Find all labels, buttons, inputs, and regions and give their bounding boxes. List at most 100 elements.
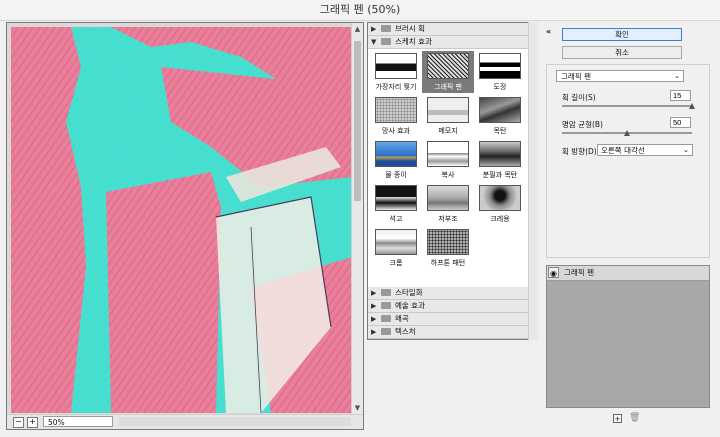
preview-image[interactable] — [11, 27, 352, 413]
scroll-down-icon[interactable]: ▼ — [353, 404, 362, 413]
folder-icon — [381, 25, 391, 32]
filter-label: 분필과 목탄 — [482, 171, 518, 179]
filter-thumbnail — [375, 185, 417, 211]
cancel-button[interactable]: 취소 — [562, 46, 682, 59]
filter-item-water-paper[interactable]: 물 종이 — [370, 139, 422, 181]
filter-item-graphic-pen[interactable]: 그래픽 펜 — [422, 51, 474, 93]
filter-label: 도장 — [493, 83, 507, 91]
filter-thumbnail — [375, 97, 417, 123]
stroke-direction-label: 획 방향(D): — [562, 147, 600, 156]
zoom-out-icon[interactable]: − — [13, 417, 24, 428]
filter-label: 그래픽 펜 — [434, 83, 462, 91]
filter-item-plaster[interactable]: 석고 — [370, 183, 422, 225]
filter-item-bas-relief[interactable]: 저부조 — [422, 183, 474, 225]
balance-input[interactable] — [670, 117, 691, 128]
collapse-panel-icon[interactable]: « — [546, 27, 556, 37]
folder-icon — [381, 289, 391, 296]
filter-item-photocopy[interactable]: 복사 — [422, 139, 474, 181]
folder-icon — [381, 315, 391, 322]
filter-item-chalk-charcoal[interactable]: 분필과 목탄 — [474, 139, 526, 181]
expand-triangle-icon: ▶ — [371, 328, 377, 336]
chevron-down-icon: ⌄ — [683, 146, 689, 154]
stroke-direction-value: 오른쪽 대각선 — [601, 146, 645, 155]
expand-triangle-icon: ▶ — [371, 289, 377, 297]
preview-panel: ▲ ▼ − + 50% — [6, 22, 364, 430]
filter-label: 석고 — [389, 215, 403, 223]
eye-visibility-icon[interactable]: ◉ — [548, 267, 559, 278]
filter-label: 크레용 — [490, 215, 510, 223]
category-distort[interactable]: ▶ 왜곡 — [368, 313, 538, 326]
filter-label: 물 종이 — [385, 171, 407, 179]
zoom-value: 50% — [48, 418, 65, 427]
expand-triangle-icon: ▶ — [371, 302, 377, 310]
filter-thumbnail — [375, 229, 417, 255]
filter-label: 메모지 — [438, 127, 458, 135]
filter-thumbnail — [479, 141, 521, 167]
filter-label: 망사 효과 — [382, 127, 410, 135]
stroke-direction-select[interactable]: 오른쪽 대각선 ⌄ — [597, 144, 693, 156]
filter-item-note-paper[interactable]: 메모지 — [422, 95, 474, 137]
filter-browser: ▶ 브러시 획 ▼ 스케치 효과 가장자리 찢기 그래픽 펜 도장 망사 효과 … — [367, 22, 539, 340]
balance-label: 명암 균형(B) — [562, 120, 603, 129]
folder-icon — [381, 302, 391, 309]
browser-scrollbar[interactable] — [528, 22, 539, 340]
category-label: 왜곡 — [395, 314, 409, 323]
trash-icon[interactable]: 🗑 — [629, 414, 640, 423]
filter-item-chrome[interactable]: 크롬 — [370, 227, 422, 269]
filter-label: 하프톤 패턴 — [430, 259, 466, 267]
filter-select[interactable]: 그래픽 펜 ⌄ — [556, 70, 684, 82]
filter-select-value: 그래픽 펜 — [561, 72, 591, 81]
effect-layers-panel: ◉ 그래픽 펜 — [546, 265, 710, 408]
category-artistic[interactable]: ▶ 예술 효과 — [368, 300, 538, 313]
effect-layer-row[interactable]: ◉ 그래픽 펜 — [547, 266, 709, 281]
filter-thumbnail — [375, 141, 417, 167]
category-texture[interactable]: ▶ 텍스처 — [368, 326, 538, 339]
filter-item-charcoal[interactable]: 목탄 — [474, 95, 526, 137]
stroke-length-label: 획 길이(S) — [562, 93, 596, 102]
expand-triangle-icon: ▶ — [371, 25, 377, 33]
collapse-triangle-icon: ▼ — [371, 38, 377, 46]
filter-item-stamp[interactable]: 도장 — [474, 51, 526, 93]
window-title: 그래픽 펜 (50%) — [0, 0, 720, 21]
filter-thumbnail — [427, 97, 469, 123]
new-effect-layer-icon[interactable]: + — [613, 414, 622, 423]
folder-icon — [381, 328, 391, 335]
category-label: 스타일화 — [395, 288, 423, 297]
filter-label: 목탄 — [493, 127, 507, 135]
category-label: 텍스처 — [395, 327, 416, 336]
preview-vertical-scrollbar[interactable]: ▲ ▼ — [351, 23, 363, 415]
category-stylize[interactable]: ▶ 스타일화 — [368, 287, 538, 300]
stroke-length-slider-knob[interactable] — [689, 103, 695, 109]
stroke-length-slider[interactable] — [562, 105, 692, 107]
filter-label: 가장자리 찢기 — [375, 83, 417, 91]
filter-item-conte-crayon[interactable]: 크레용 — [474, 183, 526, 225]
filter-thumbnail — [427, 53, 469, 79]
zoom-select[interactable]: 50% — [43, 416, 113, 427]
effect-layer-label: 그래픽 펜 — [564, 268, 594, 277]
filter-label: 크롬 — [389, 259, 403, 267]
stroke-length-input[interactable] — [670, 90, 691, 101]
scroll-thumb[interactable] — [354, 41, 361, 201]
preview-horizontal-scrollbar[interactable] — [119, 417, 351, 426]
category-label: 스케치 효과 — [395, 37, 432, 46]
filter-thumbnail — [427, 185, 469, 211]
filter-thumbnail — [427, 229, 469, 255]
category-sketch[interactable]: ▼ 스케치 효과 — [368, 36, 538, 49]
preview-status-bar: − + 50% — [7, 414, 363, 429]
filter-thumbnail — [427, 141, 469, 167]
zoom-in-icon[interactable]: + — [27, 417, 38, 428]
filter-item-torn-edges[interactable]: 가장자리 찢기 — [370, 51, 422, 93]
ok-button[interactable]: 확인 — [562, 28, 682, 41]
balance-slider-knob[interactable] — [624, 130, 630, 136]
filter-item-halftone-pattern[interactable]: 하프톤 패턴 — [422, 227, 474, 269]
folder-icon — [381, 38, 391, 45]
filter-thumbnail — [479, 53, 521, 79]
scroll-up-icon[interactable]: ▲ — [353, 25, 362, 34]
preview-artwork — [11, 27, 352, 413]
filter-thumbnail — [479, 97, 521, 123]
category-label: 브러시 획 — [395, 24, 425, 33]
filter-thumbnail — [479, 185, 521, 211]
filter-thumbnail — [375, 53, 417, 79]
category-brush-strokes[interactable]: ▶ 브러시 획 — [368, 23, 538, 36]
filter-item-reticulation[interactable]: 망사 효과 — [370, 95, 422, 137]
